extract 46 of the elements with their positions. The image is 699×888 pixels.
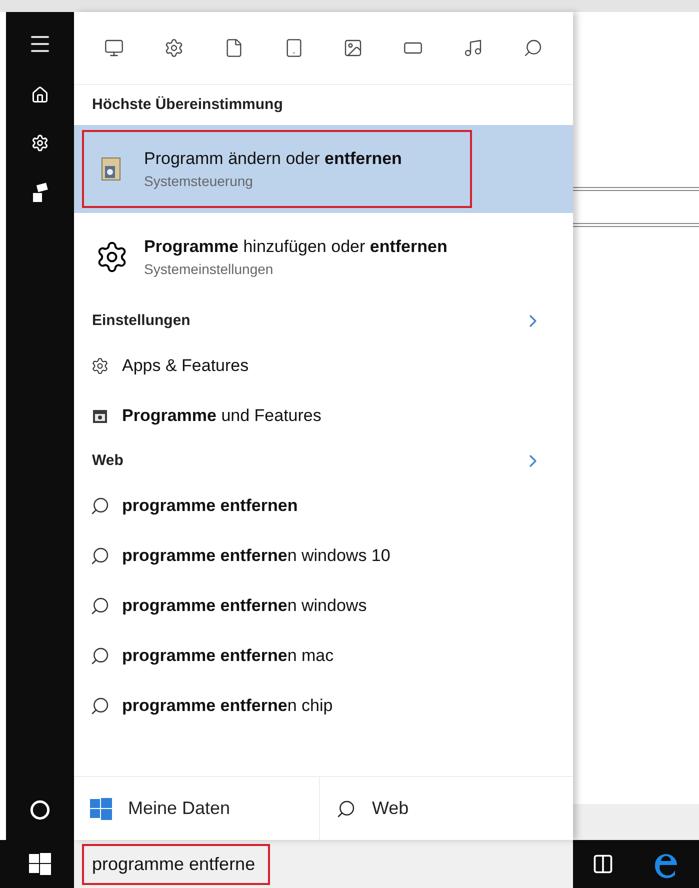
settings-icon[interactable] [31,134,49,152]
devices-icon[interactable] [104,38,124,58]
home-icon[interactable] [31,86,49,104]
search-icon[interactable] [522,38,543,58]
gear-icon[interactable] [164,38,184,58]
result-item[interactable]: Programme und Features [74,391,573,441]
result-item[interactable]: programme entfernen mac [74,631,573,681]
search-icon [90,496,110,516]
result-item[interactable]: programme entfernen [74,481,573,531]
cortana-icon[interactable] [30,800,50,820]
windows-icon [90,798,112,820]
scope-button[interactable]: Web [320,777,573,840]
task-view-icon[interactable] [592,853,614,875]
section-heading: Web [92,450,124,471]
search-icon [90,696,110,716]
result-item[interactable]: Apps & Features [74,341,573,391]
result-item[interactable]: Programm ändern oder entfernen Systemsteuerung [74,125,573,213]
result-subtitle: Systemsteuerung [144,172,254,192]
result-title: Programme und Features [122,405,322,428]
result-item[interactable]: programme entfernen windows [74,581,573,631]
feedback-icon[interactable] [31,182,49,204]
search-icon [90,646,110,666]
result-title: Programme hinzufügen oder entfernen [144,236,448,258]
result-title: programme entfernen [122,495,298,518]
result-title: programme entfernen mac [122,645,334,668]
result-title: Apps & Features [122,355,249,378]
windows-icon [29,853,51,875]
image-icon[interactable] [343,38,364,58]
search-icon [90,596,110,616]
section-heading: Einstellungen [92,310,190,331]
music-icon[interactable] [463,38,484,58]
search-icon [90,546,110,566]
search-box[interactable]: programme entferne [74,840,573,888]
section-heading: Höchste Übereinstimmung [92,94,283,115]
control-panel-icon [92,408,108,424]
result-title: programme entfernen windows 10 [122,545,390,568]
result-title: programme entfernen chip [122,695,333,718]
search-input[interactable]: programme entferne [92,850,260,878]
result-item[interactable]: programme entfernen chip [74,681,573,731]
result-item[interactable]: programme entfernen windows 10 [74,531,573,581]
result-item[interactable]: Programme hinzufügen oder entfernen Systemeinstellungen [74,213,573,301]
gear-icon [91,357,109,375]
result-title: Programm ändern oder entfernen [144,148,402,170]
result-title: programme entfernen windows [122,595,367,618]
result-subtitle: Systemeinstellungen [144,260,274,280]
search-icon [336,798,356,818]
